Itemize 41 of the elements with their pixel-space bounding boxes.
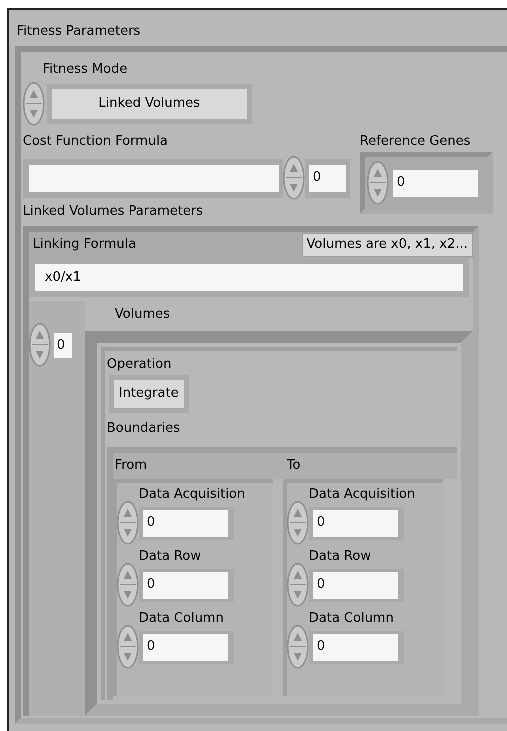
spinner-buttons[interactable] xyxy=(117,563,139,607)
spinner-buttons[interactable] xyxy=(117,625,139,669)
spinner-buttons[interactable] xyxy=(287,563,309,607)
field-label: To xyxy=(286,457,301,476)
numeric-field[interactable]: 0 xyxy=(313,634,398,660)
spinner-buttons[interactable] xyxy=(287,625,309,669)
ring-selector[interactable]: Linked Volumes xyxy=(52,89,247,119)
field-label: Cost Function Formula xyxy=(23,133,170,151)
numeric-field[interactable]: 0 xyxy=(393,170,478,196)
field-label: Reference Genes xyxy=(360,133,472,151)
index-field[interactable]: 0 xyxy=(54,333,72,358)
text-field[interactable] xyxy=(29,164,279,192)
spinner-buttons[interactable] xyxy=(287,501,309,545)
field-label: Data Row xyxy=(308,548,372,566)
numeric-field[interactable]: 0 xyxy=(313,572,398,598)
field-label: Data Column xyxy=(308,610,395,628)
numeric-field[interactable]: 0 xyxy=(143,572,228,598)
spinner-buttons[interactable] xyxy=(117,501,139,545)
info-button[interactable]: Volumes are x0, x1, x2... xyxy=(302,233,473,257)
field-label: Volumes xyxy=(114,306,172,324)
field-label: Linked Volumes Parameters xyxy=(23,203,204,221)
numeric-field[interactable]: 0 xyxy=(313,510,398,536)
spinner-buttons[interactable] xyxy=(29,323,51,367)
spinner-buttons[interactable] xyxy=(23,82,45,126)
numeric-field[interactable]: 0 xyxy=(143,510,228,536)
ring-selector[interactable]: Integrate xyxy=(114,380,184,408)
field-label: Data Column xyxy=(138,610,225,628)
field-label: Fitness Mode xyxy=(42,61,129,79)
panel-title: Fitness Parameters xyxy=(16,23,142,41)
field-label: Data Acquisition xyxy=(138,486,246,504)
spinner-buttons[interactable] xyxy=(283,156,305,200)
field-label: Data Acquisition xyxy=(308,486,416,504)
field-label: Data Row xyxy=(138,548,202,566)
field-label: From xyxy=(114,457,148,476)
text-field[interactable]: x0/x1 xyxy=(35,264,463,291)
field-label: Boundaries xyxy=(107,420,182,438)
field-label: Linking Formula xyxy=(33,236,136,254)
numeric-field[interactable]: 0 xyxy=(309,164,346,192)
field-label: Operation xyxy=(107,356,173,374)
spinner-buttons[interactable] xyxy=(367,161,389,205)
numeric-field[interactable]: 0 xyxy=(143,634,228,660)
